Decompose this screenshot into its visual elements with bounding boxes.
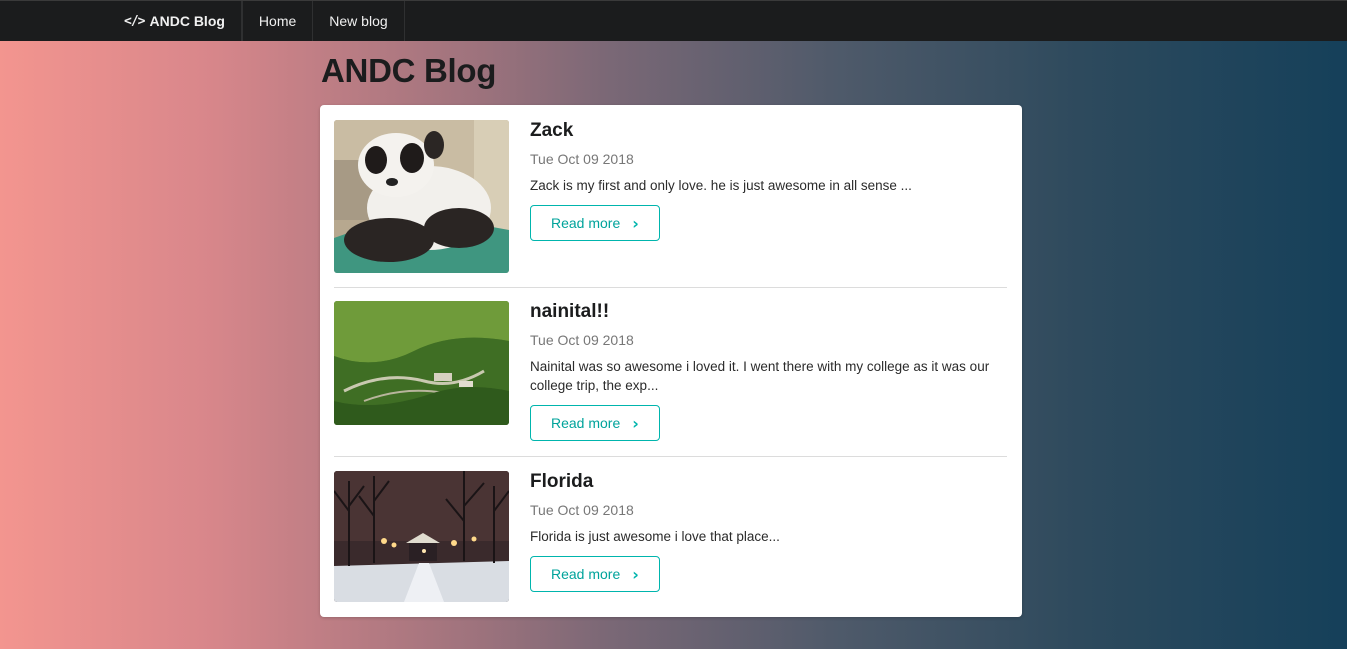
post-date: Tue Oct 09 2018 — [530, 151, 634, 167]
chevron-right-icon: › — [632, 564, 639, 584]
read-more-button[interactable]: Read more › — [530, 205, 660, 241]
post-image[interactable] — [334, 471, 509, 602]
page-title: ANDC Blog — [321, 52, 497, 89]
chevron-right-icon: › — [632, 213, 639, 233]
brand-link[interactable]: </> ANDC Blog — [108, 1, 242, 41]
read-more-label: Read more — [551, 215, 621, 231]
post-content: nainital!! Tue Oct 09 2018 Nainital was … — [530, 301, 1000, 441]
read-more-button[interactable]: Read more › — [530, 405, 660, 441]
chevron-right-icon: › — [632, 413, 639, 433]
post-content: Florida Tue Oct 09 2018 Florida is just … — [530, 471, 780, 602]
post-title[interactable]: nainital!! — [530, 301, 1000, 323]
post-excerpt: Zack is my first and only love. he is ju… — [530, 178, 912, 193]
post-image[interactable] — [334, 301, 509, 425]
green-valley-photo — [334, 301, 509, 425]
nav-home-link[interactable]: Home — [241, 1, 314, 41]
brand-label: ANDC Blog — [149, 13, 225, 29]
list-item: nainital!! Tue Oct 09 2018 Nainital was … — [334, 301, 1007, 441]
read-more-button[interactable]: Read more › — [530, 556, 660, 592]
read-more-label: Read more — [551, 415, 621, 431]
snowy-park-night-photo — [334, 471, 509, 602]
post-title[interactable]: Florida — [530, 471, 780, 493]
read-more-label: Read more — [551, 566, 621, 582]
divider — [334, 287, 1007, 288]
post-date: Tue Oct 09 2018 — [530, 502, 634, 518]
list-item: Zack Tue Oct 09 2018 Zack is my first an… — [334, 120, 1007, 273]
blog-list: Zack Tue Oct 09 2018 Zack is my first an… — [320, 105, 1022, 617]
code-icon: </> — [124, 13, 146, 29]
post-title[interactable]: Zack — [530, 120, 912, 142]
post-content: Zack Tue Oct 09 2018 Zack is my first an… — [530, 120, 912, 273]
panda-dog-photo — [334, 120, 509, 273]
post-image[interactable] — [334, 120, 509, 273]
top-menu: </> ANDC Blog Home New blog — [0, 0, 1347, 41]
divider — [334, 456, 1007, 457]
post-excerpt: Nainital was so awesome i loved it. I we… — [530, 359, 990, 393]
nav-new-blog-link[interactable]: New blog — [313, 1, 405, 41]
post-excerpt: Florida is just awesome i love that plac… — [530, 529, 780, 544]
list-item: Florida Tue Oct 09 2018 Florida is just … — [334, 471, 1007, 602]
post-date: Tue Oct 09 2018 — [530, 332, 634, 348]
